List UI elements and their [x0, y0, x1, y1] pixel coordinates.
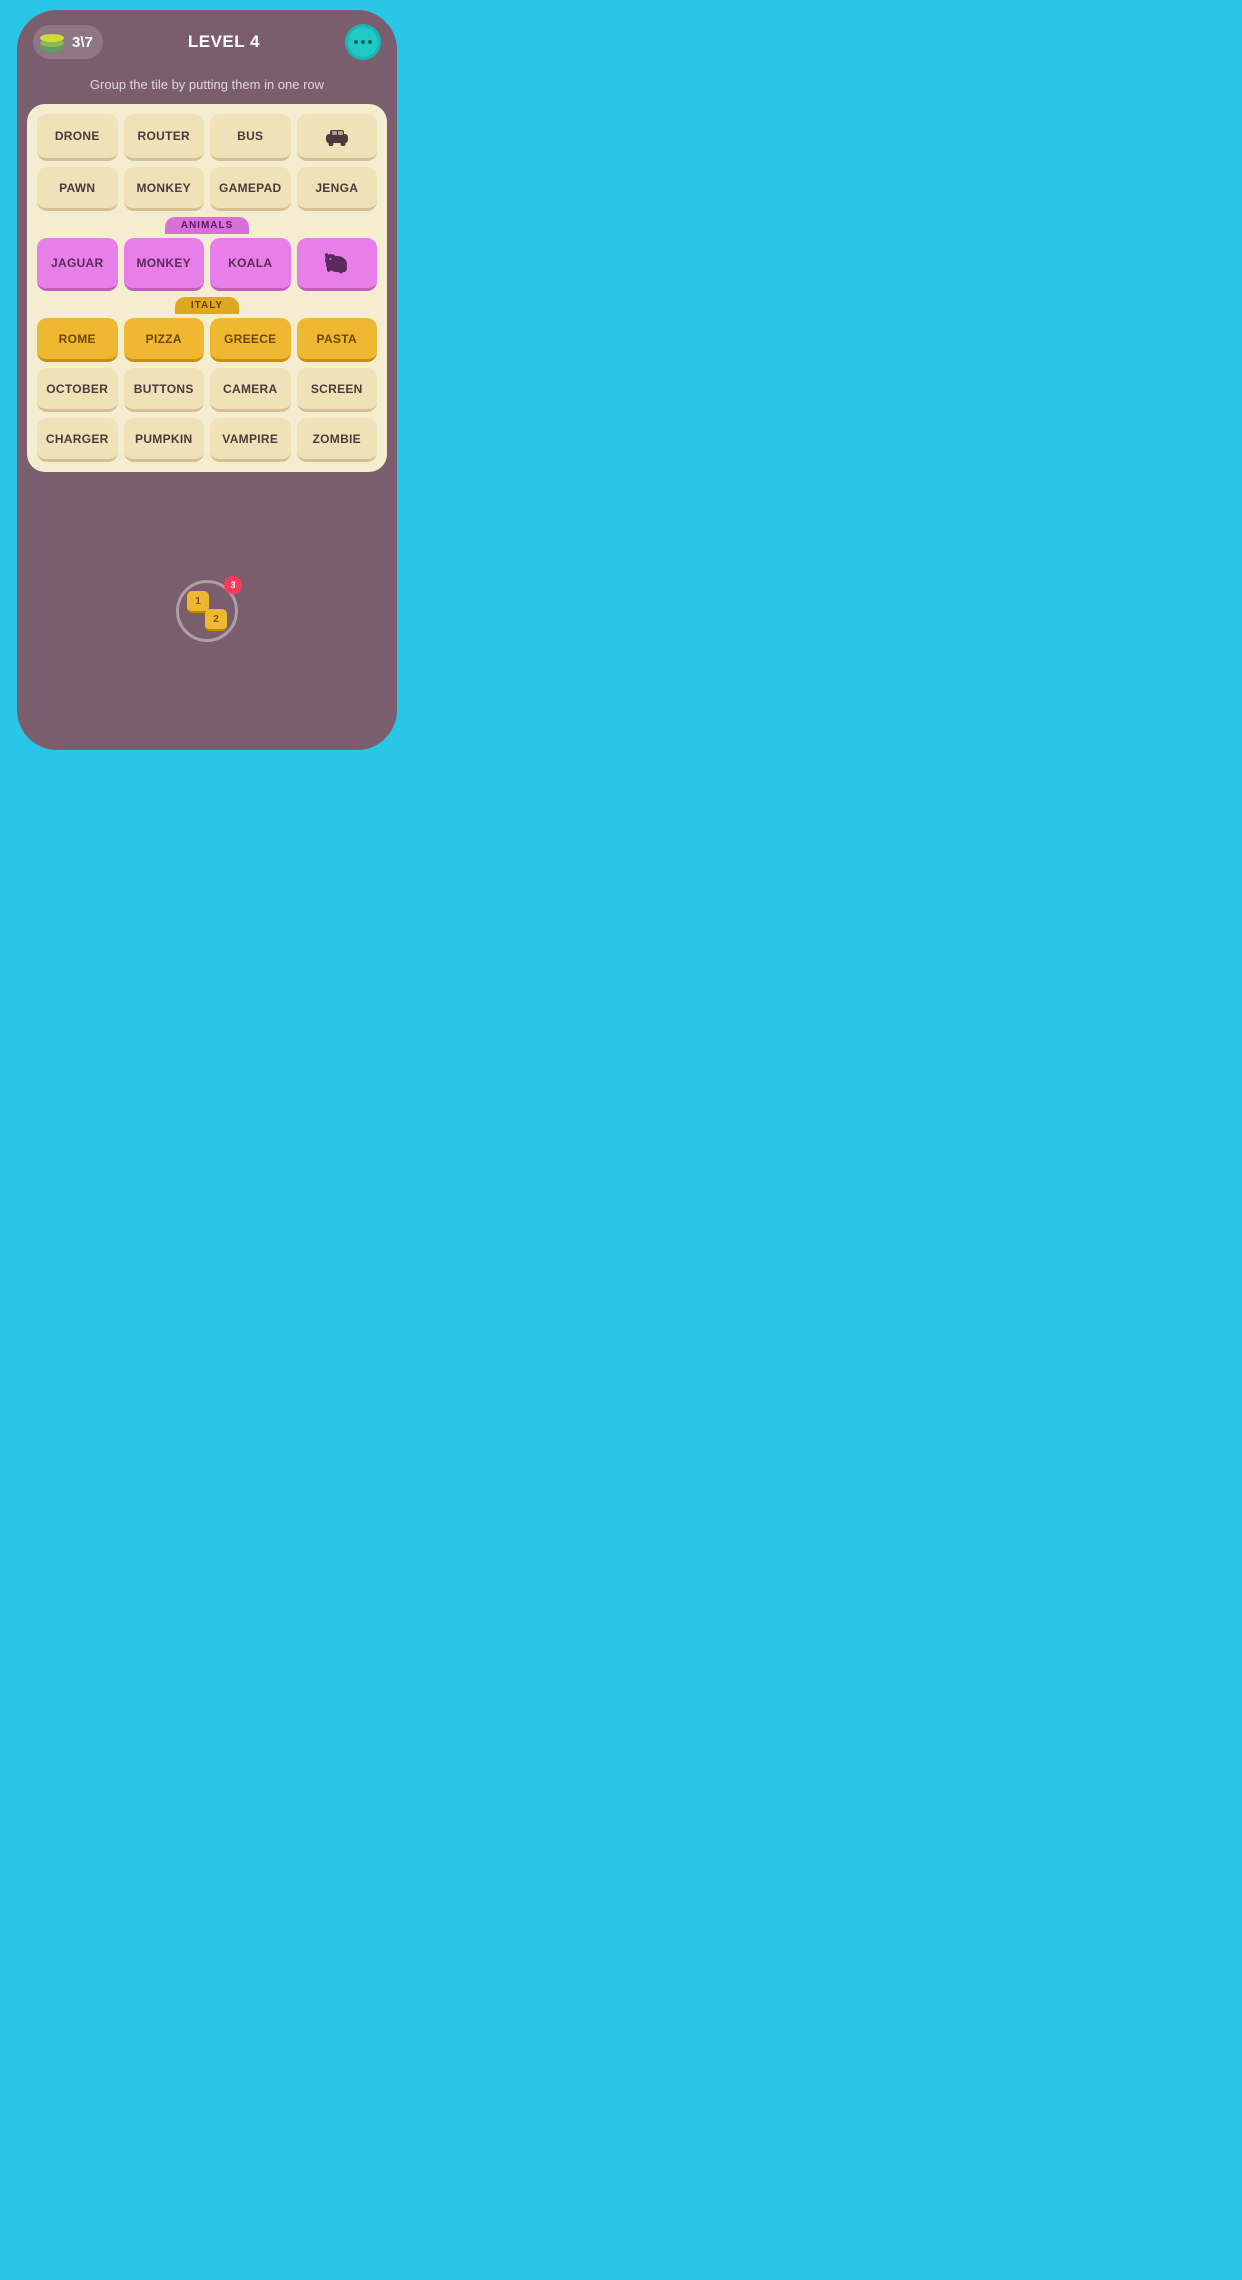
layers-icon — [38, 30, 66, 54]
tile-jaguar[interactable]: JAGUAR — [37, 238, 118, 291]
italy-row: ROME PIZZA GREECE PASTA — [37, 318, 377, 362]
tile-buttons[interactable]: BUTTONS — [124, 368, 205, 412]
tile-bus[interactable]: BUS — [210, 114, 291, 161]
animals-row: JAGUAR MONKEY KOALA — [37, 238, 377, 291]
animals-label: ANIMALS — [165, 217, 250, 234]
dots-icon — [354, 40, 372, 44]
hint-button[interactable]: 1 2 3 — [172, 576, 242, 646]
hint-badge: 3 — [224, 576, 242, 594]
tile-greece[interactable]: GREECE — [210, 318, 291, 362]
level-title: LEVEL 4 — [188, 32, 260, 52]
tile-elephant[interactable] — [297, 238, 378, 291]
score-badge: 3\7 — [33, 25, 103, 59]
tile-october[interactable]: OCTOBER — [37, 368, 118, 412]
italy-label: ITALY — [175, 297, 239, 314]
tile-row-5: OCTOBER BUTTONS CAMERA SCREEN — [37, 368, 377, 412]
tile-row-6: CHARGER PUMPKIN VAMPIRE ZOMBIE — [37, 418, 377, 462]
tile-charger[interactable]: CHARGER — [37, 418, 118, 462]
tile-screen[interactable]: SCREEN — [297, 368, 378, 412]
subtitle-text: Group the tile by putting them in one ro… — [60, 70, 354, 104]
tile-jenga[interactable]: JENGA — [297, 167, 378, 211]
elephant-icon — [322, 250, 352, 276]
header: 3\7 LEVEL 4 — [17, 10, 397, 70]
menu-button[interactable] — [345, 24, 381, 60]
tile-zombie[interactable]: ZOMBIE — [297, 418, 378, 462]
hint-tiles: 1 2 — [187, 591, 227, 631]
tile-gamepad[interactable]: GAMEPAD — [210, 167, 291, 211]
tile-camera[interactable]: CAMERA — [210, 368, 291, 412]
tile-koala[interactable]: KOALA — [210, 238, 291, 291]
tile-vampire[interactable]: VAMPIRE — [210, 418, 291, 462]
bottom-area: 1 2 3 — [172, 472, 242, 750]
tile-pasta[interactable]: PASTA — [297, 318, 378, 362]
tile-drone[interactable]: DRONE — [37, 114, 118, 161]
hint-tile-2: 2 — [205, 609, 227, 631]
tile-car[interactable] — [297, 114, 378, 161]
game-board: DRONE ROUTER BUS PAWN MONKEY GAMEPAD JEN… — [27, 104, 387, 472]
tile-pizza[interactable]: PIZZA — [124, 318, 205, 362]
animals-group-label-row: ANIMALS — [37, 217, 377, 234]
tile-row-2: PAWN MONKEY GAMEPAD JENGA — [37, 167, 377, 211]
tile-monkey[interactable]: MONKEY — [124, 167, 205, 211]
tile-monkey-animal[interactable]: MONKEY — [124, 238, 205, 291]
tile-router[interactable]: ROUTER — [124, 114, 205, 161]
score-text: 3\7 — [72, 34, 93, 51]
tile-rome[interactable]: ROME — [37, 318, 118, 362]
italy-group-label-row: ITALY — [37, 297, 377, 314]
car-icon — [323, 126, 351, 146]
tile-pawn[interactable]: PAWN — [37, 167, 118, 211]
tile-row-1: DRONE ROUTER BUS — [37, 114, 377, 161]
phone-frame: 3\7 LEVEL 4 Group the tile by putting th… — [17, 10, 397, 750]
tile-pumpkin[interactable]: PUMPKIN — [124, 418, 205, 462]
